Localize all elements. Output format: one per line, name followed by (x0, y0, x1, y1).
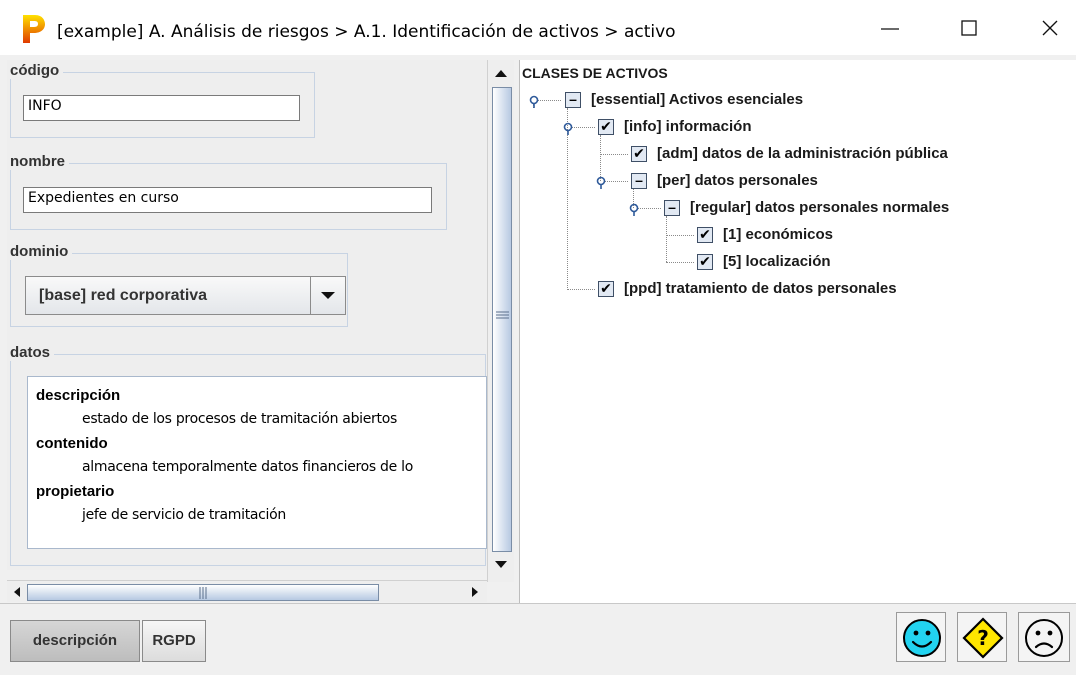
accept-button[interactable] (896, 612, 946, 662)
horizontal-scroll-thumb[interactable] (27, 584, 379, 601)
minimize-button[interactable] (870, 8, 910, 48)
nombre-input[interactable]: Expedientes en curso (23, 187, 432, 213)
tree-node-per[interactable]: [per] datos personales (657, 172, 818, 189)
happy-face-icon (903, 619, 941, 657)
help-button[interactable]: ? (957, 612, 1007, 662)
tree-node-info[interactable]: [info] información (624, 118, 752, 135)
tree-check-checkbox[interactable]: ✔ (697, 254, 713, 270)
cancel-button[interactable] (1018, 612, 1070, 662)
tree-check-checkbox[interactable]: ✔ (598, 119, 614, 135)
asset-class-tree[interactable]: CLASES DE ACTIVOS – [essential] Activos … (519, 60, 1076, 603)
nombre-label: nombre (8, 153, 70, 170)
tab-descripcion[interactable]: descripción (10, 620, 140, 662)
dominio-select[interactable]: [base] red corporativa (25, 276, 346, 315)
datos-key-descripcion: descripción (36, 387, 121, 404)
codigo-input[interactable]: INFO (23, 95, 300, 121)
codigo-label: código (8, 62, 64, 79)
tree-expand-handle-icon[interactable] (628, 202, 640, 216)
tree-check-checkbox[interactable]: ✔ (631, 146, 647, 162)
dropdown-arrow-icon[interactable] (310, 277, 345, 314)
tree-expand-handle-icon[interactable] (562, 121, 574, 135)
tree-node-adm[interactable]: [adm] datos de la administración pública (657, 145, 948, 162)
svg-text:?: ? (977, 626, 989, 650)
tree-node-economicos[interactable]: [1] económicos (723, 226, 833, 243)
tree-partial-checkbox[interactable]: – (631, 173, 647, 189)
datos-value-propietario: jefe de servicio de tramitación (82, 507, 286, 523)
scroll-left-arrow-icon[interactable] (11, 585, 23, 599)
tree-expand-handle-icon[interactable] (595, 175, 607, 189)
tab-rgpd[interactable]: RGPD (142, 620, 206, 662)
close-button[interactable] (1030, 8, 1070, 48)
dominio-label: dominio (8, 243, 73, 260)
pilar-logo-icon (23, 15, 45, 43)
vertical-scroll-thumb[interactable] (492, 87, 512, 552)
tree-node-ppd[interactable]: [ppd] tratamiento de datos personales (624, 280, 897, 297)
tree-expand-handle-icon[interactable] (528, 94, 540, 108)
tree-check-checkbox[interactable]: ✔ (598, 281, 614, 297)
tree-node-regular[interactable]: [regular] datos personales normales (690, 199, 949, 216)
datos-textarea[interactable]: descripción estado de los procesos de tr… (27, 376, 487, 549)
horizontal-scrollbar[interactable] (7, 580, 487, 602)
scroll-up-arrow-icon[interactable] (493, 66, 509, 80)
datos-label: datos (8, 344, 55, 361)
datos-value-descripcion: estado de los procesos de tramitación ab… (82, 411, 397, 427)
tree-node-essential[interactable]: [essential] Activos esenciales (591, 91, 803, 108)
tree-check-checkbox[interactable]: ✔ (697, 227, 713, 243)
dominio-selected-value: [base] red corporativa (39, 287, 208, 304)
tree-root-label: CLASES DE ACTIVOS (522, 65, 668, 81)
tree-partial-checkbox[interactable]: – (664, 200, 680, 216)
tree-partial-checkbox[interactable]: – (565, 92, 581, 108)
vertical-scrollbar[interactable] (487, 60, 514, 582)
asset-form-pane: código INFO nombre Expedientes en curso … (7, 60, 487, 570)
window-title: [example] A. Análisis de riesgos > A.1. … (57, 22, 676, 42)
tree-node-localizacion[interactable]: [5] localización (723, 253, 831, 270)
question-diamond-icon: ? (962, 617, 1004, 659)
sad-face-icon (1025, 619, 1063, 657)
maximize-button[interactable] (950, 8, 990, 48)
datos-value-contenido: almacena temporalmente datos financieros… (82, 459, 413, 475)
scroll-right-arrow-icon[interactable] (469, 585, 481, 599)
datos-key-contenido: contenido (36, 435, 108, 452)
scroll-down-arrow-icon[interactable] (493, 558, 509, 572)
datos-key-propietario: propietario (36, 483, 115, 500)
